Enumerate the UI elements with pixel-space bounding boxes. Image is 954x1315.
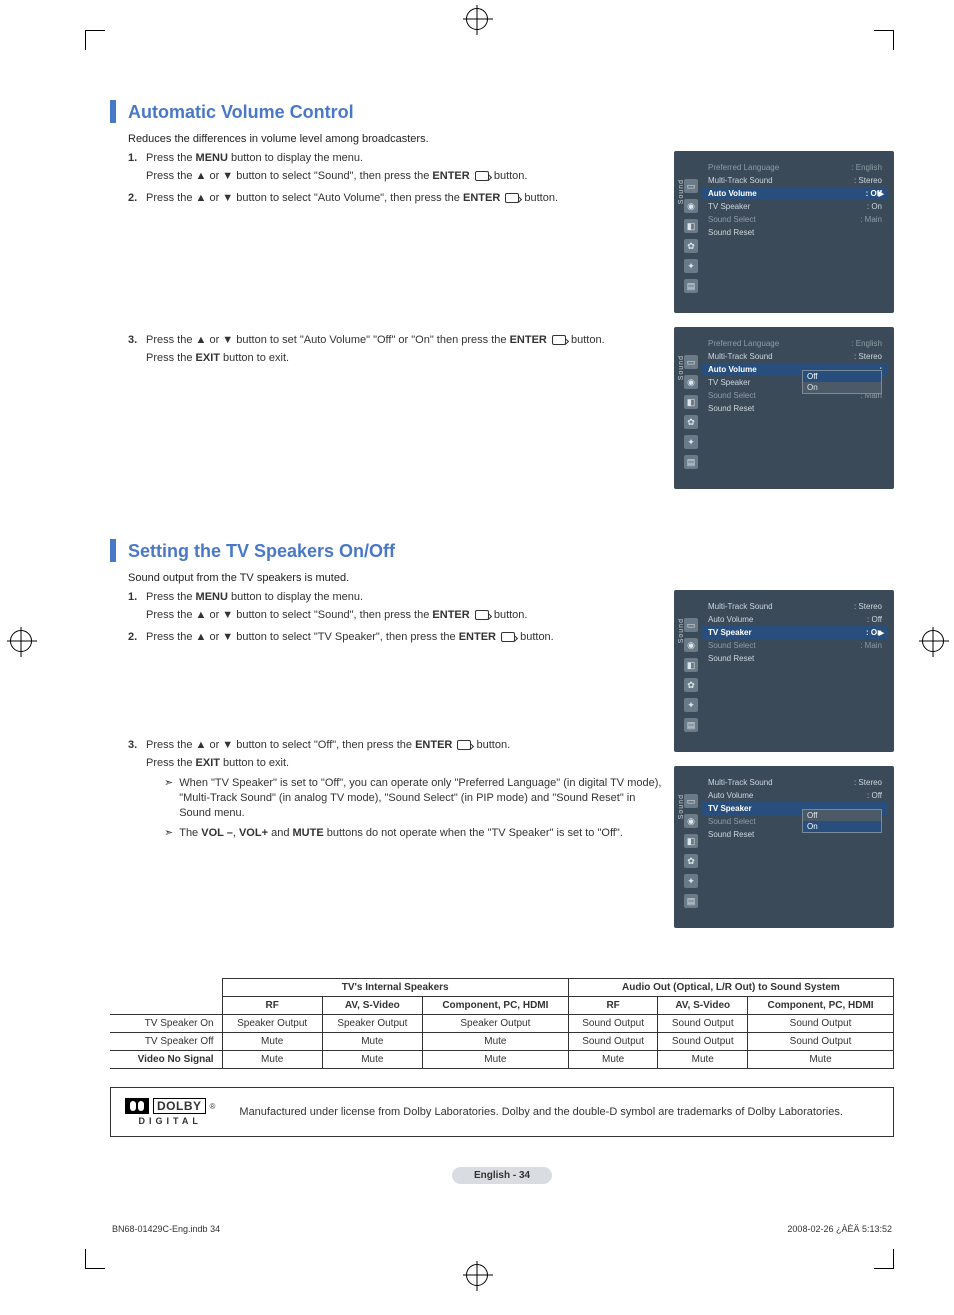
step-number: 1. (128, 151, 146, 187)
osd-dropdown-item: Off (803, 810, 881, 821)
table-subheader-row: RF AV, S-Video Component, PC, HDMI RF AV… (110, 997, 894, 1015)
osd-menu-icon: ◧ (684, 395, 698, 409)
dolby-license-box: DOLBY® DIGITAL Manufactured under licens… (110, 1087, 894, 1137)
osd-menu-item: Auto Volume: Off (702, 187, 888, 200)
osd-menu-icon: ◉ (684, 814, 698, 828)
osd-menu-icon: ▤ (684, 894, 698, 908)
osd-icon-strip: ▭ ◉ ◧ ✿ ✦ ▤ (680, 596, 702, 732)
osd-menu-icon: ▭ (684, 618, 698, 632)
step-number: 2. (128, 630, 146, 648)
osd-menu-icon: ✿ (684, 854, 698, 868)
enter-icon (552, 335, 566, 345)
note-marker-icon: ➣ (164, 826, 173, 841)
osd-menu-item: Sound Reset (702, 652, 888, 665)
osd-menu-item: TV Speaker: On (702, 626, 888, 639)
osd-menu-icon: ✦ (684, 874, 698, 888)
step-number: 3. (128, 738, 146, 845)
enter-icon (475, 610, 489, 620)
osd-menu-icon: ▭ (684, 794, 698, 808)
osd-menu-item: Multi-Track Sound: Stereo (702, 350, 888, 363)
osd-menu-icon: ✦ (684, 698, 698, 712)
osd-menu-icon: ◧ (684, 219, 698, 233)
osd-menu-item: Multi-Track Sound: Stereo (702, 600, 888, 613)
osd-menu-icon: ✿ (684, 678, 698, 692)
osd-icon-strip: ▭ ◉ ◧ ✿ ✦ ▤ (680, 157, 702, 293)
section-desc: Sound output from the TV speakers is mut… (128, 572, 894, 584)
enter-icon (505, 193, 519, 203)
section-title: Automatic Volume Control (128, 100, 354, 123)
speaker-output-table: TV's Internal Speakers Audio Out (Optica… (110, 978, 894, 1069)
osd-dropdown: OffOn (802, 370, 882, 394)
osd-dropdown-item: On (803, 382, 881, 393)
enter-icon (457, 740, 471, 750)
osd-menu-icon: ✦ (684, 259, 698, 273)
osd-menu-icon: ▤ (684, 718, 698, 732)
osd-menu-item: Preferred Language: English (702, 337, 888, 350)
note-marker-icon: ➣ (164, 776, 173, 822)
osd-menu-icon: ◉ (684, 375, 698, 389)
osd-dropdown: OffOn (802, 809, 882, 833)
table-row: TV Speaker OffMuteMuteMuteSound OutputSo… (110, 1033, 894, 1051)
step-number: 2. (128, 191, 146, 209)
osd-panel-auto-volume-highlight: Sound ▭◉◧✿✦▤ Preferred Language: English… (674, 151, 894, 313)
osd-menu-icon: ✿ (684, 415, 698, 429)
step-number: 1. (128, 590, 146, 626)
osd-panel-auto-volume-dropdown: Sound ▭◉◧✿✦▤ Preferred Language: English… (674, 327, 894, 489)
page-number: English - 34 (452, 1167, 552, 1184)
osd-menu-item: TV Speaker: On (702, 200, 888, 213)
osd-menu-icon: ▤ (684, 279, 698, 293)
osd-menu-item: Sound Select: Main (702, 639, 888, 652)
print-footer: BN68-01429C-Eng.indb 34 2008-02-26 ¿ÀÈÄ … (110, 1224, 894, 1234)
osd-icon-strip: ▭ ◉ ◧ ✿ ✦ ▤ (680, 772, 702, 908)
step-number: 3. (128, 333, 146, 369)
osd-menu-item: Sound Reset (702, 226, 888, 239)
enter-icon (475, 171, 489, 181)
section-title: Setting the TV Speakers On/Off (128, 539, 395, 562)
osd-icon-strip: ▭ ◉ ◧ ✿ ✦ ▤ (680, 333, 702, 469)
dolby-logo: DOLBY® DIGITAL (125, 1098, 215, 1126)
section-tv-speakers: Setting the TV Speakers On/Off Sound out… (110, 539, 894, 942)
osd-menu-icon: ✦ (684, 435, 698, 449)
osd-dropdown-item: On (803, 821, 881, 832)
osd-panel-tv-speaker-highlight: Sound ▭◉◧✿✦▤ Multi-Track Sound: StereoAu… (674, 590, 894, 752)
osd-menu-item: Sound Select: Main (702, 213, 888, 226)
osd-menu-icon: ◧ (684, 658, 698, 672)
enter-icon (501, 632, 515, 642)
osd-panel-tv-speaker-dropdown: Sound ▭◉◧✿✦▤ Multi-Track Sound: StereoAu… (674, 766, 894, 928)
osd-menu-icon: ▭ (684, 355, 698, 369)
table-row: Video No SignalMuteMuteMuteMuteMuteMute (110, 1051, 894, 1069)
osd-menu-item: Multi-Track Sound: Stereo (702, 776, 888, 789)
osd-menu-item: Auto Volume: Off (702, 789, 888, 802)
osd-menu-icon: ◧ (684, 834, 698, 848)
osd-menu-item: Sound Reset (702, 402, 888, 415)
osd-menu-icon: ▤ (684, 455, 698, 469)
dolby-license-text: Manufactured under license from Dolby La… (239, 1106, 842, 1118)
osd-menu-icon: ✿ (684, 239, 698, 253)
osd-menu-icon: ◉ (684, 638, 698, 652)
osd-menu-icon: ▭ (684, 179, 698, 193)
osd-menu-item: Preferred Language: English (702, 161, 888, 174)
osd-dropdown-item: Off (803, 371, 881, 382)
double-d-icon (125, 1098, 149, 1114)
osd-menu-item: Auto Volume: Off (702, 613, 888, 626)
table-row: TV Speaker OnSpeaker OutputSpeaker Outpu… (110, 1015, 894, 1033)
osd-menu-item: Multi-Track Sound: Stereo (702, 174, 888, 187)
section-desc: Reduces the differences in volume level … (128, 133, 894, 145)
section-auto-volume: Automatic Volume Control Reduces the dif… (110, 100, 894, 503)
osd-menu-icon: ◉ (684, 199, 698, 213)
